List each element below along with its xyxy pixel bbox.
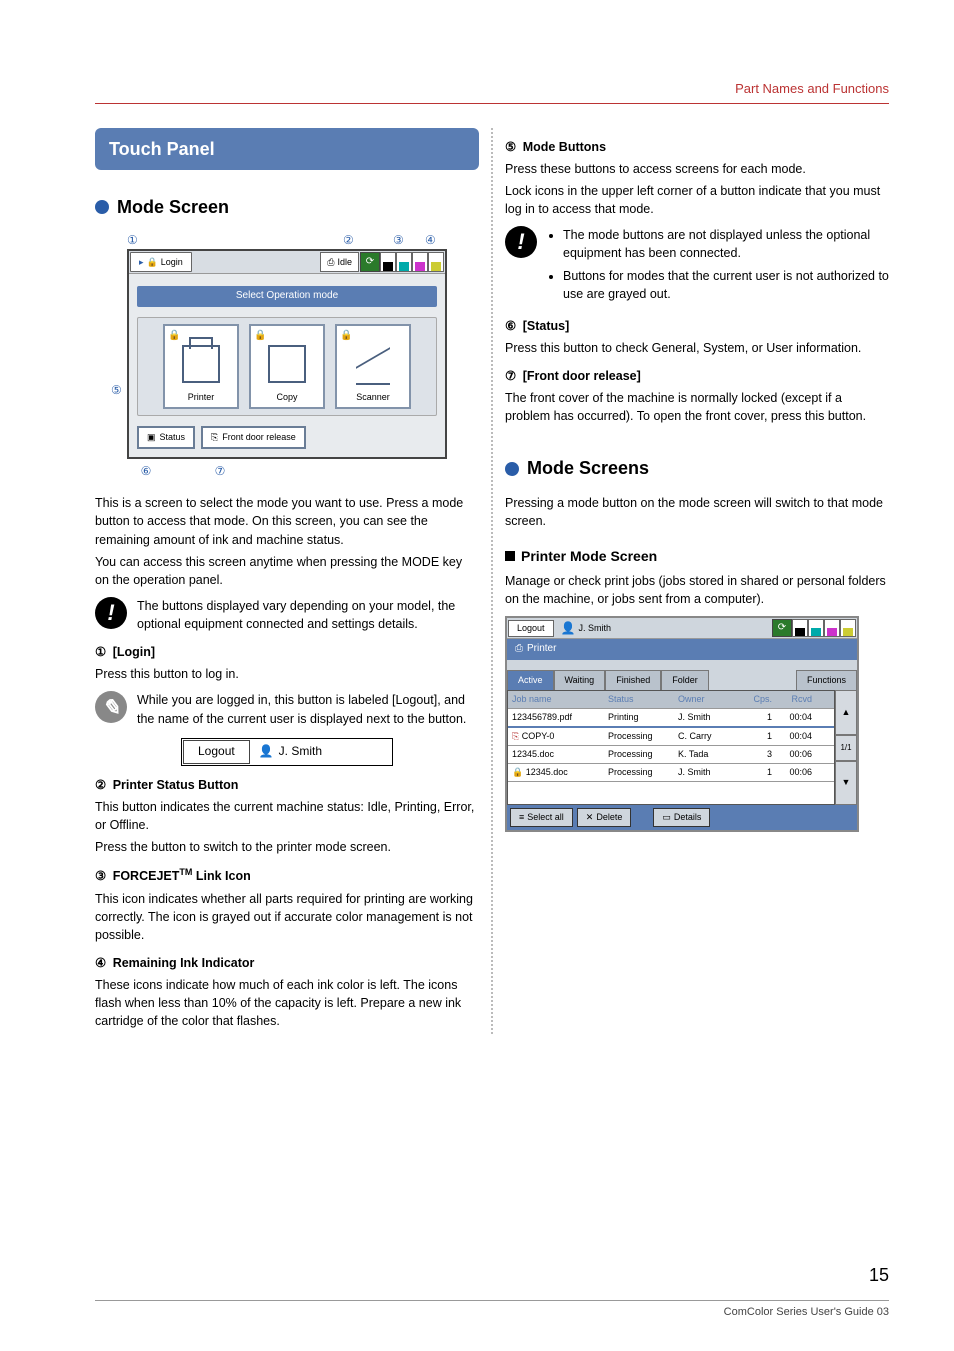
table-head: Job name Status Owner Cps. Rcvd <box>508 691 834 709</box>
status-icon: ▣ <box>147 431 156 444</box>
tab-finished[interactable]: Finished <box>605 670 661 690</box>
current-user: 👤 J. Smith <box>251 739 322 765</box>
printer-mode-heading: Printer Mode Screen <box>505 546 889 566</box>
door-icon: ⎘ <box>211 431 218 444</box>
tab-functions[interactable]: Functions <box>796 670 857 690</box>
footer-text: ComColor Series User's Guide 03 <box>95 1300 889 1321</box>
details-button[interactable]: ▭ Details <box>653 808 710 827</box>
tab-folder[interactable]: Folder <box>661 670 709 690</box>
list-icon: ≡ <box>519 811 524 824</box>
forcejet-link-icon: ⟳ <box>360 252 380 272</box>
ink-indicator <box>380 252 444 272</box>
tip-logout: ✎ While you are logged in, this button i… <box>95 691 479 727</box>
printer-mode-figure: Logout 👤 J. Smith ⟳ ⎙ <box>505 616 859 832</box>
printer-icon <box>182 345 220 383</box>
item-7-body: The front cover of the machine is normal… <box>505 389 889 425</box>
item-2-body-2: Press the button to switch to the printe… <box>95 838 479 856</box>
delete-button[interactable]: ✕ Delete <box>577 808 632 827</box>
logout-sample: Logout 👤 J. Smith <box>181 738 393 766</box>
caution-icon: ! <box>95 597 127 629</box>
copy-mode-button[interactable]: 🔒 Copy <box>249 324 325 409</box>
printer-icon: ⎙ <box>327 256 334 269</box>
lock-icon: 🔒 <box>147 256 158 269</box>
item-6-body: Press this button to check General, Syst… <box>505 339 889 357</box>
item-4-body: These icons indicate how much of each in… <box>95 976 479 1030</box>
item-2-body-1: This button indicates the current machin… <box>95 798 479 834</box>
printer-mode-body: Manage or check print jobs (jobs stored … <box>505 572 889 608</box>
note-mode-buttons: ! The mode buttons are not displayed unl… <box>505 226 889 307</box>
printer-mode-button[interactable]: 🔒 Printer <box>163 324 239 409</box>
user-icon: 👤 <box>561 620 576 637</box>
printer-title: ⎙ Printer <box>507 639 857 660</box>
select-all-button[interactable]: ≡ Select all <box>510 808 573 827</box>
lock-icon: 🔒 <box>254 329 266 344</box>
tab-waiting[interactable]: Waiting <box>554 670 606 690</box>
page-icon: ▭ <box>662 811 671 824</box>
user-icon: 👤 <box>259 743 274 760</box>
bullet-icon <box>95 200 109 214</box>
table-row[interactable]: 12345.docProcessingK. Tada300:06 <box>508 746 834 764</box>
mode-screen-heading: Mode Screen <box>95 194 479 220</box>
lock-icon: 🔒 <box>512 767 523 777</box>
scroll-down-button[interactable]: ▼ <box>835 761 857 806</box>
select-mode-title: Select Operation mode <box>137 286 437 307</box>
item-6-head: ⑥ [Status] <box>505 317 889 335</box>
login-button[interactable]: ▸ 🔒 Login <box>130 252 192 272</box>
printer-icon: ⎙ <box>515 642 523 657</box>
logout-button[interactable]: Logout <box>183 740 250 764</box>
current-user: 👤 J. Smith <box>555 620 617 637</box>
item-5-head: ⑤ Mode Buttons <box>505 138 889 156</box>
close-icon: ✕ <box>586 811 594 824</box>
square-icon <box>505 551 515 561</box>
table-row[interactable]: 🔒 12345.docProcessingJ. Smith100:06 <box>508 764 834 782</box>
scanner-icon <box>356 349 390 383</box>
copy-icon: ⎘ <box>512 731 519 741</box>
copy-icon <box>268 345 306 383</box>
mode-screen-figure: ⑤ ① ② ③ ④ ▸ 🔒 Login <box>127 232 447 480</box>
caution-icon: ! <box>505 226 537 258</box>
table-row[interactable]: 123456789.pdfPrintingJ. Smith100:04 <box>508 709 834 728</box>
lock-icon: 🔒 <box>340 329 352 344</box>
item-1-head: ① [Login] <box>95 643 479 661</box>
front-door-release-button[interactable]: ⎘ Front door release <box>201 426 306 449</box>
scanner-mode-button[interactable]: 🔒 Scanner <box>335 324 411 409</box>
arrow-icon: ▸ <box>139 256 144 269</box>
tip-icon: ✎ <box>95 691 127 723</box>
forcejet-link-icon: ⟳ <box>772 619 792 637</box>
header-section: Part Names and Functions <box>95 80 889 104</box>
mode-screens-body: Pressing a mode button on the mode scree… <box>505 494 889 530</box>
item-3-body: This icon indicates whether all parts re… <box>95 890 479 944</box>
item-1-body: Press this button to log in. <box>95 665 479 683</box>
tab-active[interactable]: Active <box>507 670 554 690</box>
item-4-head: ④ Remaining Ink Indicator <box>95 954 479 972</box>
scroll-up-button[interactable]: ▲ <box>835 690 857 735</box>
item-5-body-1: Press these buttons to access screens fo… <box>505 160 889 178</box>
page-indicator: 1/1 <box>835 735 857 761</box>
ink-indicator <box>792 619 856 637</box>
logout-button[interactable]: Logout <box>508 620 554 637</box>
page-number: 15 <box>869 1262 889 1288</box>
status-button[interactable]: ▣ Status <box>137 426 195 449</box>
bullet-icon <box>505 462 519 476</box>
item-7-head: ⑦ [Front door release] <box>505 367 889 385</box>
intro-para-2: You can access this screen anytime when … <box>95 553 479 589</box>
table-row[interactable]: ⎘ COPY-0ProcessingC. Carry100:04 <box>508 728 834 746</box>
touch-panel-heading: Touch Panel <box>95 128 479 170</box>
printer-status-button[interactable]: ⎙ Idle <box>320 252 359 272</box>
item-3-head: ③ FORCEJETTM Link Icon <box>95 866 479 885</box>
lock-icon: 🔒 <box>168 329 180 344</box>
mode-screens-heading: Mode Screens <box>505 455 889 481</box>
item-2-head: ② Printer Status Button <box>95 776 479 794</box>
intro-para-1: This is a screen to select the mode you … <box>95 494 479 548</box>
item-5-body-2: Lock icons in the upper left corner of a… <box>505 182 889 218</box>
note-model-dependent: ! The buttons displayed vary depending o… <box>95 597 479 633</box>
